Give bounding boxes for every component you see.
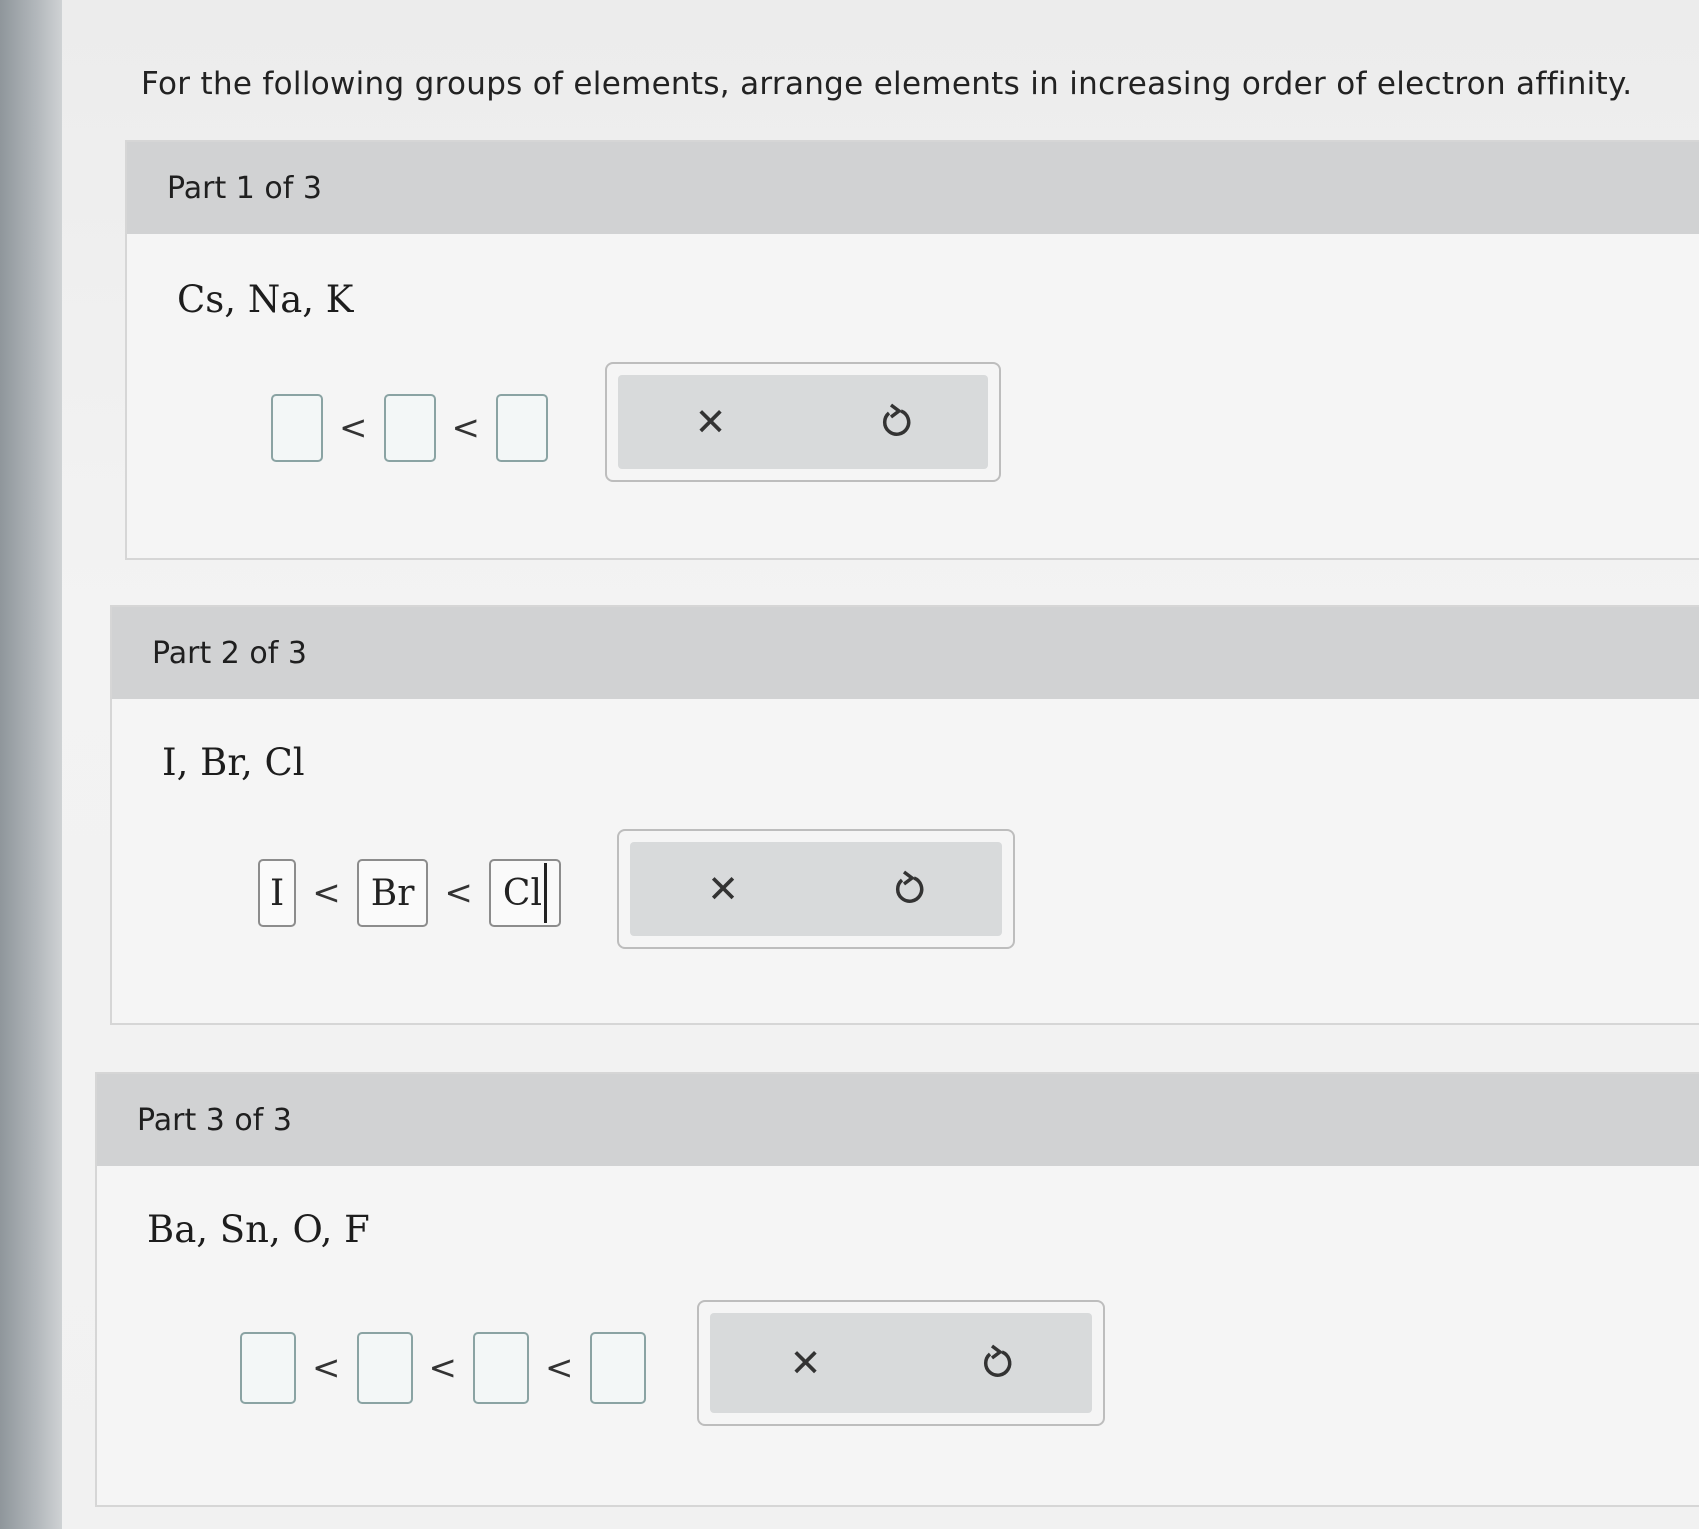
part-1-toolbar-inner: ✕ bbox=[618, 375, 988, 469]
answer-slot-2[interactable] bbox=[356, 1332, 413, 1404]
part-3-header: Part 3 of 3 bbox=[97, 1074, 1699, 1166]
less-than-sign: < bbox=[444, 873, 473, 913]
answer-slot-2[interactable]: Br bbox=[356, 859, 429, 927]
answer-slot-3[interactable]: Cl bbox=[488, 859, 561, 927]
part-1-panel: Part 1 of 3 Cs, Na, K < < ✕ bbox=[125, 140, 1699, 560]
part-1-toolbar: ✕ bbox=[605, 362, 1001, 482]
less-than-sign: < bbox=[545, 1348, 574, 1388]
answer-slot-3[interactable] bbox=[473, 1332, 529, 1404]
undo-icon bbox=[983, 1344, 1011, 1377]
less-than-sign: < bbox=[312, 873, 341, 913]
answer-slot-1[interactable] bbox=[271, 394, 323, 462]
close-icon: ✕ bbox=[707, 867, 739, 911]
part-1-header: Part 1 of 3 bbox=[127, 142, 1699, 234]
clear-button[interactable]: ✕ bbox=[671, 400, 751, 444]
part-3-title: Part 3 of 3 bbox=[137, 1102, 292, 1138]
close-icon: ✕ bbox=[789, 1341, 822, 1385]
part-3-panel: Part 3 of 3 Ba, Sn, O, F < < < ✕ bbox=[95, 1072, 1699, 1507]
part-2-panel: Part 2 of 3 I, Br, Cl I < Br < Cl ✕ bbox=[110, 605, 1699, 1025]
answer-slot-3[interactable] bbox=[496, 394, 548, 462]
undo-icon bbox=[895, 870, 924, 903]
part-3-answer-row: < < < bbox=[240, 1332, 646, 1404]
clear-button[interactable]: ✕ bbox=[683, 867, 763, 911]
close-icon: ✕ bbox=[694, 400, 727, 444]
part-2-toolbar: ✕ bbox=[617, 829, 1015, 949]
less-than-sign: < bbox=[428, 1348, 458, 1388]
part-1-title: Part 1 of 3 bbox=[167, 170, 322, 206]
part-3-elements: Ba, Sn, O, F bbox=[147, 1208, 370, 1251]
undo-button[interactable] bbox=[869, 870, 949, 908]
answer-slot-2[interactable] bbox=[383, 394, 436, 462]
answer-slot-1[interactable]: I bbox=[258, 859, 297, 927]
less-than-sign: < bbox=[451, 408, 481, 448]
answer-slot-4[interactable] bbox=[589, 1332, 646, 1404]
undo-button[interactable] bbox=[957, 1344, 1037, 1382]
less-than-sign: < bbox=[339, 408, 368, 448]
clear-button[interactable]: ✕ bbox=[766, 1341, 846, 1385]
part-3-toolbar-inner: ✕ bbox=[710, 1313, 1092, 1413]
part-2-toolbar-inner: ✕ bbox=[630, 842, 1002, 936]
answer-slot-1[interactable] bbox=[240, 1332, 296, 1404]
text-cursor bbox=[543, 863, 547, 923]
part-2-answer-row: I < Br < Cl bbox=[258, 859, 561, 927]
question-prompt: For the following groups of elements, ar… bbox=[141, 66, 1633, 102]
less-than-sign: < bbox=[312, 1348, 341, 1388]
screen-edge bbox=[0, 0, 62, 1529]
part-1-answer-row: < < bbox=[271, 394, 548, 462]
part-2-title: Part 2 of 3 bbox=[152, 635, 307, 671]
undo-icon bbox=[882, 403, 910, 436]
part-2-header: Part 2 of 3 bbox=[112, 607, 1699, 699]
part-2-elements: I, Br, Cl bbox=[162, 741, 305, 784]
answer-slot-3-value: Cl bbox=[502, 872, 542, 914]
part-3-toolbar: ✕ bbox=[697, 1300, 1105, 1426]
undo-button[interactable] bbox=[856, 403, 936, 441]
part-1-elements: Cs, Na, K bbox=[177, 278, 354, 321]
